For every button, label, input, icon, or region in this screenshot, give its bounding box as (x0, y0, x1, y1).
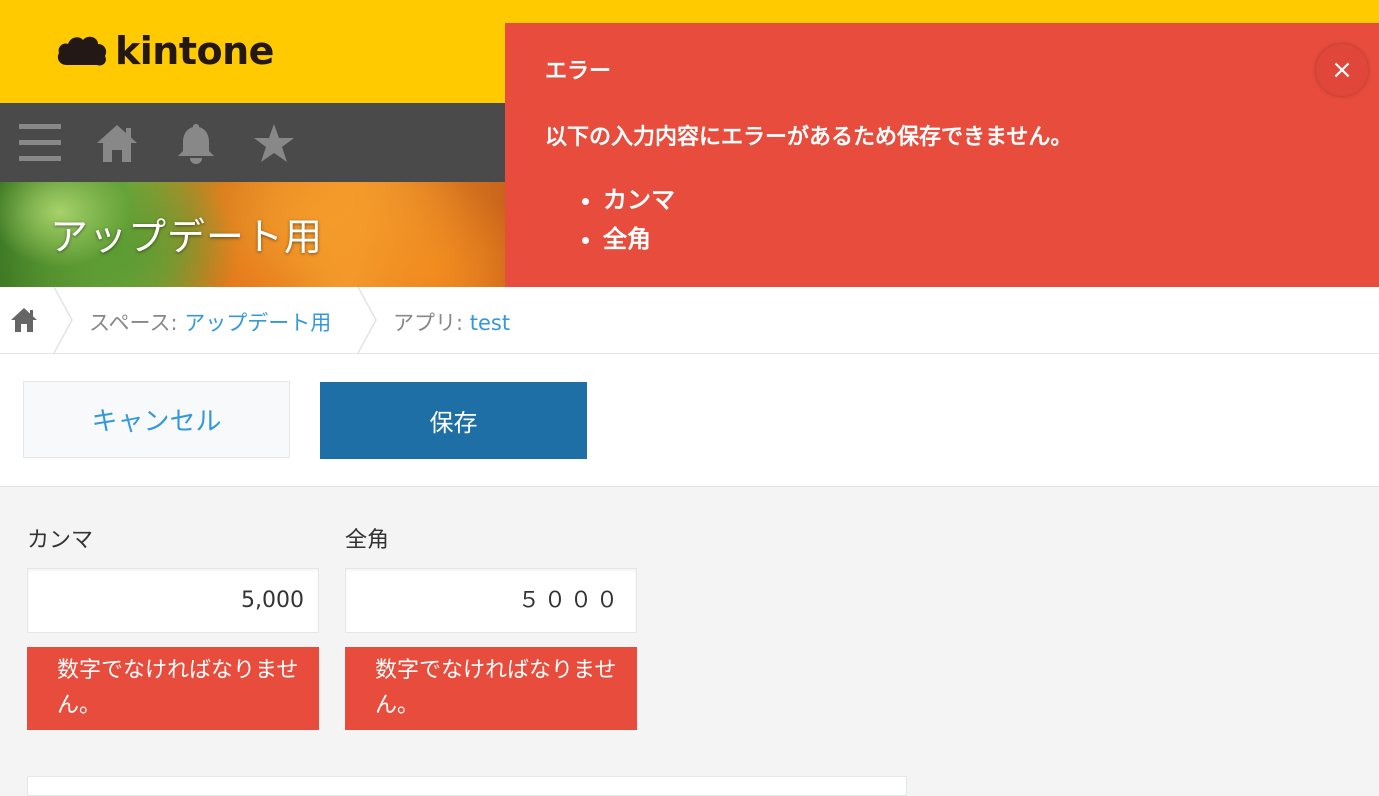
error-field-list: カンマ 全角 (563, 181, 675, 259)
field-error-fullwidth: 数字でなければなりません。 (345, 647, 637, 730)
error-field-item: カンマ (603, 181, 675, 220)
breadcrumb-separator (53, 287, 73, 353)
notification-button[interactable] (156, 103, 235, 182)
star-icon (253, 123, 294, 162)
breadcrumb: スペース: アップデート用 アプリ: test (0, 287, 1379, 354)
error-notification: エラー 以下の入力内容にエラーがあるため保存できません。 カンマ 全角 × (505, 23, 1379, 287)
error-message: 以下の入力内容にエラーがあるため保存できません。 (545, 125, 1073, 150)
breadcrumb-space: スペース: アップデート用 (89, 311, 332, 335)
field-label-fullwidth: 全角 (345, 528, 390, 553)
space-link[interactable]: アップデート用 (184, 311, 331, 335)
comma-number-input[interactable]: 5,000 (27, 568, 319, 633)
save-button[interactable]: 保存 (320, 382, 587, 459)
menu-button[interactable] (0, 103, 79, 182)
close-button[interactable]: × (1316, 44, 1368, 96)
close-icon: × (1331, 55, 1353, 85)
kintone-logo[interactable]: kintone (55, 28, 274, 74)
favorites-button[interactable] (234, 103, 313, 182)
space-banner: アップデート用 (0, 182, 505, 287)
space-title: アップデート用 (50, 215, 324, 259)
cloud-logo-icon (57, 36, 107, 66)
app-link[interactable]: test (470, 311, 510, 335)
global-nav (0, 103, 505, 182)
next-field-box (27, 776, 907, 796)
breadcrumb-separator (357, 287, 377, 353)
bell-icon (177, 123, 214, 164)
logo-text: kintone (115, 29, 274, 73)
error-title: エラー (545, 59, 612, 84)
error-field-item: 全角 (603, 220, 675, 259)
home-icon (96, 124, 137, 162)
home-button[interactable] (77, 103, 156, 182)
breadcrumb-app: アプリ: test (393, 311, 511, 335)
fullwidth-number-input[interactable]: ５０００ (345, 568, 637, 633)
home-icon[interactable] (10, 307, 38, 333)
menu-icon (18, 123, 61, 161)
action-bar: キャンセル 保存 (0, 354, 1379, 487)
field-error-comma: 数字でなければなりません。 (27, 647, 319, 730)
field-label-comma: カンマ (27, 528, 94, 553)
cancel-button[interactable]: キャンセル (23, 381, 290, 458)
